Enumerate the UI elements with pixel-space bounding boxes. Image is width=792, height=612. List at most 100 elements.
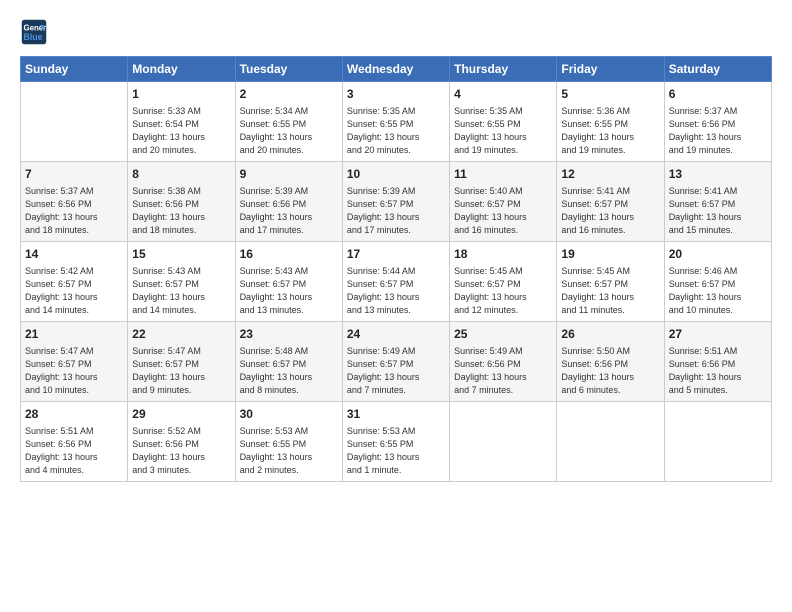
day-number: 27 <box>669 326 767 343</box>
col-header-saturday: Saturday <box>664 57 771 82</box>
day-info: Sunrise: 5:33 AM Sunset: 6:54 PM Dayligh… <box>132 105 230 157</box>
calendar-cell: 16Sunrise: 5:43 AM Sunset: 6:57 PM Dayli… <box>235 241 342 321</box>
day-info: Sunrise: 5:41 AM Sunset: 6:57 PM Dayligh… <box>669 185 767 237</box>
day-info: Sunrise: 5:53 AM Sunset: 6:55 PM Dayligh… <box>347 425 445 477</box>
day-info: Sunrise: 5:35 AM Sunset: 6:55 PM Dayligh… <box>454 105 552 157</box>
calendar-week-row: 1 Sunrise: 5:33 AM Sunset: 6:54 PM Daylig… <box>21 82 772 162</box>
calendar-cell: 23Sunrise: 5:48 AM Sunset: 6:57 PM Dayli… <box>235 321 342 401</box>
day-info: Sunrise: 5:53 AM Sunset: 6:55 PM Dayligh… <box>240 425 338 477</box>
calendar-cell: 22Sunrise: 5:47 AM Sunset: 6:57 PM Dayli… <box>128 321 235 401</box>
day-number: 19 <box>561 246 659 263</box>
page: General Blue SundayMondayTuesdayWednesda… <box>0 0 792 494</box>
day-number: 7 <box>25 166 123 183</box>
calendar-cell: 14 Sunrise: 5:42 AM Sunset: 6:57 PM Dayli… <box>21 241 128 321</box>
calendar-cell: 10 Sunrise: 5:39 AM Sunset: 6:57 PM Dayli… <box>342 161 449 241</box>
calendar-cell: 5Sunrise: 5:36 AM Sunset: 6:55 PM Daylig… <box>557 82 664 162</box>
day-info: Sunrise: 5:43 AM Sunset: 6:57 PM Dayligh… <box>240 265 338 317</box>
calendar-cell: 11 Sunrise: 5:40 AM Sunset: 6:57 PM Dayli… <box>450 161 557 241</box>
calendar-cell: 4 Sunrise: 5:35 AM Sunset: 6:55 PM Daylig… <box>450 82 557 162</box>
day-info: Sunrise: 5:36 AM Sunset: 6:55 PM Dayligh… <box>561 105 659 157</box>
day-number: 28 <box>25 406 123 423</box>
calendar-week-row: 21 Sunrise: 5:47 AM Sunset: 6:57 PM Dayli… <box>21 321 772 401</box>
day-number: 8 <box>132 166 230 183</box>
calendar-cell: 27 Sunrise: 5:51 AM Sunset: 6:56 PM Dayli… <box>664 321 771 401</box>
col-header-tuesday: Tuesday <box>235 57 342 82</box>
day-info: Sunrise: 5:37 AM Sunset: 6:56 PM Dayligh… <box>25 185 123 237</box>
logo: General Blue <box>20 18 52 46</box>
day-info: Sunrise: 5:49 AM Sunset: 6:57 PM Dayligh… <box>347 345 445 397</box>
day-info: Sunrise: 5:49 AM Sunset: 6:56 PM Dayligh… <box>454 345 552 397</box>
day-info: Sunrise: 5:34 AM Sunset: 6:55 PM Dayligh… <box>240 105 338 157</box>
calendar-cell: 31 Sunrise: 5:53 AM Sunset: 6:55 PM Dayli… <box>342 401 449 481</box>
day-number: 21 <box>25 326 123 343</box>
calendar-week-row: 28Sunrise: 5:51 AM Sunset: 6:56 PM Dayli… <box>21 401 772 481</box>
calendar-cell: 12Sunrise: 5:41 AM Sunset: 6:57 PM Dayli… <box>557 161 664 241</box>
day-info: Sunrise: 5:35 AM Sunset: 6:55 PM Dayligh… <box>347 105 445 157</box>
day-info: Sunrise: 5:40 AM Sunset: 6:57 PM Dayligh… <box>454 185 552 237</box>
calendar-header-row: SundayMondayTuesdayWednesdayThursdayFrid… <box>21 57 772 82</box>
svg-text:Blue: Blue <box>24 32 43 42</box>
day-number: 18 <box>454 246 552 263</box>
calendar-cell: 29Sunrise: 5:52 AM Sunset: 6:56 PM Dayli… <box>128 401 235 481</box>
day-info: Sunrise: 5:37 AM Sunset: 6:56 PM Dayligh… <box>669 105 767 157</box>
day-info: Sunrise: 5:51 AM Sunset: 6:56 PM Dayligh… <box>669 345 767 397</box>
calendar-cell: 20 Sunrise: 5:46 AM Sunset: 6:57 PM Dayli… <box>664 241 771 321</box>
day-number: 23 <box>240 326 338 343</box>
day-number: 25 <box>454 326 552 343</box>
day-info: Sunrise: 5:45 AM Sunset: 6:57 PM Dayligh… <box>561 265 659 317</box>
calendar-cell <box>21 82 128 162</box>
calendar-cell: 9 Sunrise: 5:39 AM Sunset: 6:56 PM Daylig… <box>235 161 342 241</box>
calendar-cell <box>664 401 771 481</box>
day-info: Sunrise: 5:50 AM Sunset: 6:56 PM Dayligh… <box>561 345 659 397</box>
logo-icon: General Blue <box>20 18 48 46</box>
day-number: 26 <box>561 326 659 343</box>
day-number: 11 <box>454 166 552 183</box>
calendar-table: SundayMondayTuesdayWednesdayThursdayFrid… <box>20 56 772 482</box>
calendar-cell: 1 Sunrise: 5:33 AM Sunset: 6:54 PM Daylig… <box>128 82 235 162</box>
day-number: 12 <box>561 166 659 183</box>
calendar-cell: 6 Sunrise: 5:37 AM Sunset: 6:56 PM Daylig… <box>664 82 771 162</box>
calendar-week-row: 7 Sunrise: 5:37 AM Sunset: 6:56 PM Daylig… <box>21 161 772 241</box>
calendar-cell: 3 Sunrise: 5:35 AM Sunset: 6:55 PM Daylig… <box>342 82 449 162</box>
calendar-week-row: 14 Sunrise: 5:42 AM Sunset: 6:57 PM Dayli… <box>21 241 772 321</box>
day-number: 24 <box>347 326 445 343</box>
day-number: 1 <box>132 86 230 103</box>
day-number: 9 <box>240 166 338 183</box>
day-info: Sunrise: 5:44 AM Sunset: 6:57 PM Dayligh… <box>347 265 445 317</box>
day-number: 3 <box>347 86 445 103</box>
day-info: Sunrise: 5:39 AM Sunset: 6:56 PM Dayligh… <box>240 185 338 237</box>
calendar-cell: 25 Sunrise: 5:49 AM Sunset: 6:56 PM Dayli… <box>450 321 557 401</box>
day-info: Sunrise: 5:42 AM Sunset: 6:57 PM Dayligh… <box>25 265 123 317</box>
day-info: Sunrise: 5:46 AM Sunset: 6:57 PM Dayligh… <box>669 265 767 317</box>
day-info: Sunrise: 5:52 AM Sunset: 6:56 PM Dayligh… <box>132 425 230 477</box>
calendar-cell: 7 Sunrise: 5:37 AM Sunset: 6:56 PM Daylig… <box>21 161 128 241</box>
day-number: 13 <box>669 166 767 183</box>
calendar-cell: 28Sunrise: 5:51 AM Sunset: 6:56 PM Dayli… <box>21 401 128 481</box>
day-number: 10 <box>347 166 445 183</box>
day-number: 17 <box>347 246 445 263</box>
day-number: 6 <box>669 86 767 103</box>
calendar-cell: 18 Sunrise: 5:45 AM Sunset: 6:57 PM Dayli… <box>450 241 557 321</box>
col-header-thursday: Thursday <box>450 57 557 82</box>
day-number: 14 <box>25 246 123 263</box>
calendar-cell: 19 Sunrise: 5:45 AM Sunset: 6:57 PM Dayli… <box>557 241 664 321</box>
calendar-cell: 21 Sunrise: 5:47 AM Sunset: 6:57 PM Dayli… <box>21 321 128 401</box>
day-number: 2 <box>240 86 338 103</box>
day-number: 30 <box>240 406 338 423</box>
col-header-wednesday: Wednesday <box>342 57 449 82</box>
col-header-friday: Friday <box>557 57 664 82</box>
day-info: Sunrise: 5:39 AM Sunset: 6:57 PM Dayligh… <box>347 185 445 237</box>
day-info: Sunrise: 5:43 AM Sunset: 6:57 PM Dayligh… <box>132 265 230 317</box>
day-info: Sunrise: 5:45 AM Sunset: 6:57 PM Dayligh… <box>454 265 552 317</box>
calendar-cell <box>557 401 664 481</box>
day-info: Sunrise: 5:47 AM Sunset: 6:57 PM Dayligh… <box>25 345 123 397</box>
day-number: 31 <box>347 406 445 423</box>
calendar-cell: 17 Sunrise: 5:44 AM Sunset: 6:57 PM Dayli… <box>342 241 449 321</box>
day-number: 22 <box>132 326 230 343</box>
day-number: 15 <box>132 246 230 263</box>
calendar-cell <box>450 401 557 481</box>
col-header-sunday: Sunday <box>21 57 128 82</box>
day-number: 20 <box>669 246 767 263</box>
calendar-cell: 8Sunrise: 5:38 AM Sunset: 6:56 PM Daylig… <box>128 161 235 241</box>
day-number: 4 <box>454 86 552 103</box>
